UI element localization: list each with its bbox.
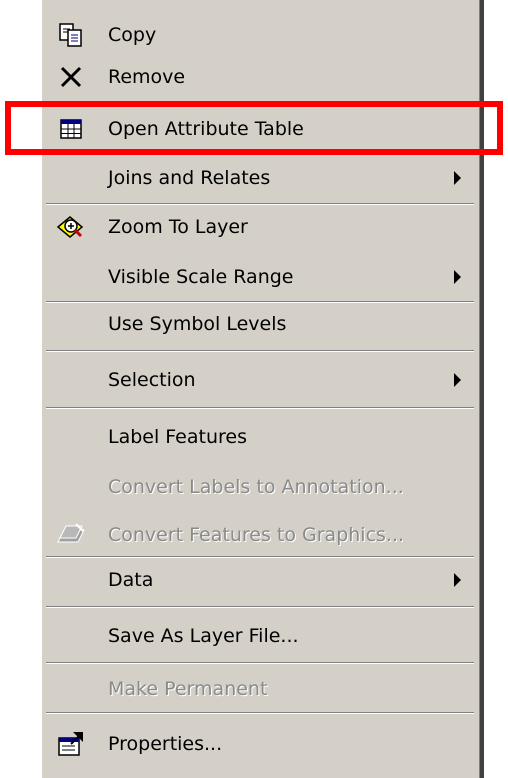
menu-item-data[interactable]: Data: [42, 555, 478, 605]
menu-item-remove[interactable]: Remove: [42, 52, 478, 102]
menu-item-label: Remove: [108, 66, 186, 88]
menu-shadow: [480, 0, 484, 778]
menu-item-label: Joins and Relates: [108, 167, 271, 189]
menu-item-joins-and-relates[interactable]: Joins and Relates: [42, 153, 478, 203]
copy-icon: [56, 20, 86, 50]
menu-item-label: Data: [108, 569, 154, 591]
screenshot-stage: Copy Remove Open Attribute Table Joins a…: [0, 0, 508, 778]
menu-item-save-as-layer-file[interactable]: Save As Layer File...: [42, 611, 478, 661]
menu-item-label: Properties...: [108, 733, 223, 755]
submenu-arrow-icon: [454, 573, 461, 587]
menu-item-label: Selection: [108, 369, 196, 391]
menu-item-selection[interactable]: Selection: [42, 355, 478, 405]
convert-graphics-icon: [56, 520, 86, 550]
table-icon: [56, 114, 86, 144]
menu-item-properties[interactable]: Properties...: [42, 719, 478, 769]
menu-item-label: Visible Scale Range: [108, 266, 294, 288]
menu-item-label-features[interactable]: Label Features: [42, 412, 478, 462]
menu-item-convert-labels-to-annotation[interactable]: Convert Labels to Annotation...: [42, 462, 478, 512]
menu-separator: [46, 407, 474, 409]
menu-item-label: Open Attribute Table: [108, 118, 304, 140]
menu-item-label: Use Symbol Levels: [108, 313, 287, 335]
menu-item-make-permanent[interactable]: Make Permanent: [42, 664, 478, 714]
menu-item-label: Convert Labels to Annotation...: [108, 476, 404, 498]
menu-item-label: Copy: [108, 24, 157, 46]
menu-item-label: Convert Features to Graphics...: [108, 524, 405, 546]
menu-separator: [46, 350, 474, 352]
menu-separator: [46, 606, 474, 608]
menu-item-open-attribute-table[interactable]: Open Attribute Table: [42, 104, 478, 154]
menu-item-label: Zoom To Layer: [108, 216, 248, 238]
menu-item-use-symbol-levels[interactable]: Use Symbol Levels: [42, 299, 478, 349]
zoom-to-layer-icon: [56, 212, 86, 242]
menu-item-label: Make Permanent: [108, 678, 268, 700]
remove-x-icon: [56, 62, 86, 92]
menu-item-visible-scale-range[interactable]: Visible Scale Range: [42, 252, 478, 302]
layer-context-menu: Copy Remove Open Attribute Table Joins a…: [40, 0, 480, 778]
submenu-arrow-icon: [454, 171, 461, 185]
submenu-arrow-icon: [454, 373, 461, 387]
menu-item-label: Save As Layer File...: [108, 625, 299, 647]
menu-item-convert-features-to-graphics[interactable]: Convert Features to Graphics...: [42, 510, 478, 560]
submenu-arrow-icon: [454, 270, 461, 284]
menu-separator: [46, 712, 474, 714]
menu-item-label: Label Features: [108, 426, 247, 448]
properties-icon: [56, 729, 86, 759]
menu-item-zoom-to-layer[interactable]: Zoom To Layer: [42, 202, 478, 252]
